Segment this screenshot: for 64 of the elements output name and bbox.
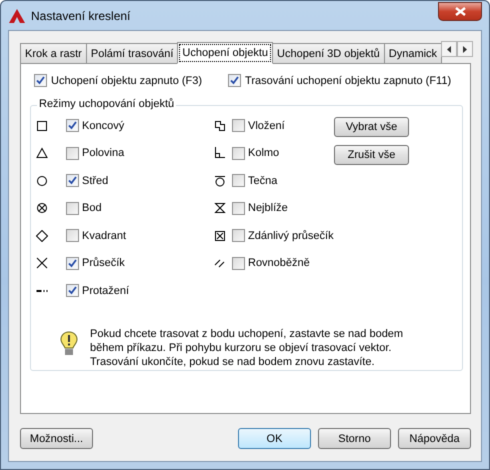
checkbox-label[interactable]: Trasování uchopení objektu zapnuto (F11): [245, 74, 452, 86]
checkbox[interactable]: [232, 119, 245, 132]
dialog-button[interactable]: Storno: [318, 428, 391, 449]
push-button[interactable]: Zrušit vše: [334, 145, 409, 165]
tab[interactable]: Polámí trasování: [86, 43, 178, 63]
checkbox-label[interactable]: Vložení: [248, 120, 285, 132]
checkbox[interactable]: [66, 146, 79, 160]
tab[interactable]: Uchopení objektu: [177, 42, 274, 64]
close-icon: [454, 7, 466, 16]
group-title: Režimy uchopování objektů: [37, 98, 176, 110]
checkbox[interactable]: [34, 74, 47, 87]
checkbox-label[interactable]: Nejblíže: [248, 202, 288, 214]
push-button[interactable]: Vybrat vše: [334, 117, 409, 137]
checkbox-label[interactable]: Rovnoběžně: [248, 257, 310, 269]
checkbox-label[interactable]: Uchopení objektu zapnuto (F3): [51, 74, 202, 86]
parallel-snap-icon: [214, 257, 226, 269]
scroll-left-button[interactable]: [441, 41, 458, 57]
checkbox-label[interactable]: Bod: [82, 202, 102, 214]
apparent-snap-icon: [214, 230, 226, 242]
checkbox-label[interactable]: Polovina: [82, 147, 124, 159]
checkbox[interactable]: [232, 174, 245, 187]
checkbox[interactable]: [232, 229, 245, 242]
tab[interactable]: Uchopení 3D objektů: [272, 43, 385, 63]
checkbox-label[interactable]: Protažení: [82, 284, 130, 296]
close-button[interactable]: [438, 2, 482, 21]
dialog-button[interactable]: Nápověda: [398, 428, 471, 449]
app-logo-icon: [9, 8, 25, 22]
checkbox[interactable]: [66, 119, 79, 132]
lightbulb-icon: [60, 331, 78, 357]
checkbox-label[interactable]: Průsečík: [82, 257, 125, 269]
checkbox[interactable]: [232, 146, 245, 160]
checkbox-label[interactable]: Tečna: [248, 174, 278, 186]
checkbox-label[interactable]: Střed: [82, 174, 108, 186]
center-snap-icon: [36, 174, 48, 186]
checkbox-label[interactable]: Kvadrant: [82, 230, 126, 242]
window-title: Nastavení kreslení: [31, 8, 130, 22]
right-arrow-icon: [463, 46, 468, 52]
perpendicular-snap-icon: [214, 147, 226, 159]
checkbox-label[interactable]: Zdánlivý průsečík: [248, 230, 334, 242]
scroll-right-button[interactable]: [457, 41, 474, 57]
checkbox[interactable]: [66, 256, 79, 270]
tab[interactable]: Krok a rastr: [20, 43, 87, 63]
checkbox[interactable]: [66, 202, 79, 214]
checkbox-label[interactable]: Kolmo: [248, 147, 280, 159]
dialog-button[interactable]: OK: [238, 428, 311, 449]
checkbox[interactable]: [232, 202, 245, 214]
tangent-snap-icon: [214, 174, 226, 186]
checkbox[interactable]: [228, 74, 242, 87]
checkbox[interactable]: [66, 284, 79, 297]
checkbox[interactable]: [66, 174, 79, 187]
info-text: Pokud chcete trasovat z bodu uchopení, zastavte se nad bodem během příkazu. Při pohybu kurzoru se objeví trasovací vektor. Trasování ukončíte, pokud se nad bodem znovu zastavíte.: [90, 327, 404, 369]
tab[interactable]: Dynamick: [384, 43, 442, 63]
options-button[interactable]: Možnosti...: [20, 428, 93, 449]
endpoint-snap-icon: [36, 120, 48, 132]
checkbox-label[interactable]: Koncový: [82, 120, 124, 132]
node-snap-icon: [36, 202, 48, 214]
checkbox[interactable]: [66, 229, 79, 242]
left-arrow-icon: [447, 46, 452, 52]
checkbox[interactable]: [232, 256, 245, 270]
quadrant-snap-icon: [36, 230, 48, 242]
intersection-snap-icon: [36, 257, 48, 269]
insertion-snap-icon: [214, 120, 226, 132]
midpoint-snap-icon: [36, 147, 48, 159]
nearest-snap-icon: [214, 202, 226, 214]
